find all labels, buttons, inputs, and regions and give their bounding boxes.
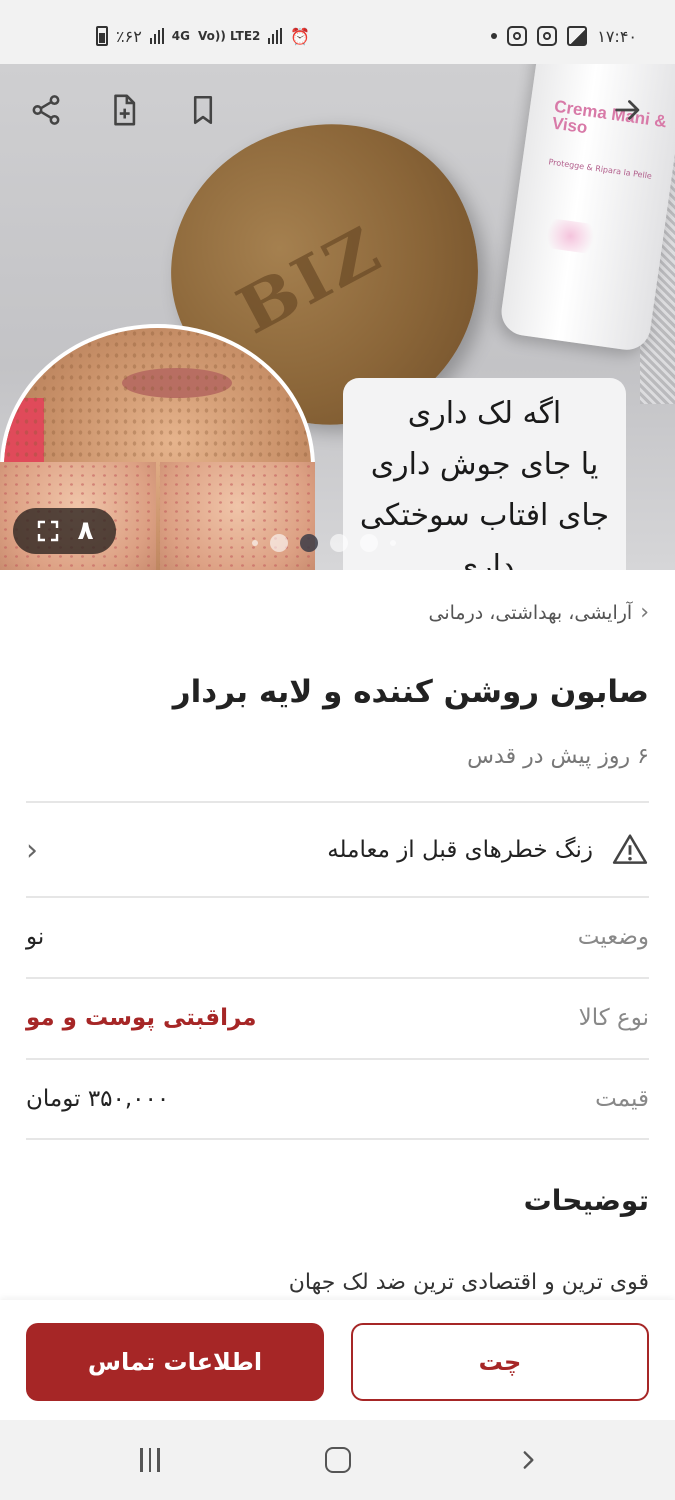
fullscreen-gallery-button[interactable]: ۸ xyxy=(13,508,116,554)
divider xyxy=(26,801,649,803)
field-value: ۳۵۰,۰۰۰ تومان xyxy=(26,1086,170,1112)
back-button[interactable] xyxy=(608,90,648,130)
recent-apps-icon xyxy=(148,1448,152,1472)
home-icon xyxy=(325,1447,351,1473)
action-bar: چت اطلاعات تماس xyxy=(0,1300,675,1420)
share-icon xyxy=(32,95,60,125)
alarm-icon: ⏰ xyxy=(290,26,311,46)
breadcrumb-label: آرایشی، بهداشتی، درمانی xyxy=(428,601,633,624)
carousel-dot xyxy=(390,540,396,546)
image-count: ۸ xyxy=(77,516,94,546)
instagram-icon xyxy=(537,26,558,46)
carousel-dot xyxy=(300,534,318,552)
instagram-icon xyxy=(507,26,528,46)
field-value: نو xyxy=(26,924,45,950)
warning-icon xyxy=(612,834,648,864)
share-button[interactable] xyxy=(26,90,66,130)
arrow-right-icon xyxy=(615,100,640,120)
signal-icon xyxy=(149,28,164,44)
recent-apps-icon xyxy=(157,1448,160,1472)
breadcrumb[interactable]: ‹ آرایشی، بهداشتی، درمانی xyxy=(429,600,649,625)
field-row-price: قیمت ۳۵۰,۰۰۰ تومان xyxy=(26,1059,649,1139)
system-nav-bar xyxy=(0,1420,675,1500)
product-image-gallery[interactable]: BIZ Crema Mani & Viso Protegge & Ripara … xyxy=(0,64,675,570)
listing-meta: ۶ روز پیش در قدس xyxy=(467,744,649,769)
gallery-icon xyxy=(567,26,588,46)
divider xyxy=(26,1138,649,1140)
carousel-dot xyxy=(252,540,258,546)
chevron-right-icon xyxy=(523,1451,534,1469)
fullscreen-icon xyxy=(37,520,58,542)
recent-apps-icon xyxy=(140,1448,143,1472)
signal-2-icon xyxy=(268,28,283,44)
promo-line: اگه لک داری xyxy=(407,396,562,431)
clock: ۱۷:۴۰ xyxy=(597,26,637,46)
home-button[interactable] xyxy=(318,1442,358,1478)
notification-dot-icon xyxy=(491,33,498,39)
field-row-status: وضعیت نو xyxy=(26,897,649,977)
add-note-button[interactable] xyxy=(104,90,144,130)
field-key: قیمت xyxy=(595,1086,649,1112)
description-text: قوی ترین و اقتصادی ترین ضد لک جهان xyxy=(288,1270,649,1295)
bookmark-button[interactable] xyxy=(183,90,223,130)
contact-info-button[interactable]: اطلاعات تماس xyxy=(26,1323,324,1401)
battery-level: ٪۶۲ xyxy=(116,26,142,46)
volte-label: Vo)) LTE2 xyxy=(197,28,261,43)
skin-photo xyxy=(159,462,315,570)
recent-apps-button[interactable] xyxy=(130,1442,170,1478)
add-note-icon xyxy=(114,94,136,126)
status-right: ۱۷:۴۰ xyxy=(491,26,637,46)
carousel-dot xyxy=(360,534,378,552)
chevron-left-icon: ‹ xyxy=(26,832,38,868)
carousel-dot xyxy=(270,534,288,552)
carousel-dot xyxy=(330,534,348,552)
description-heading: توضیحات xyxy=(523,1184,649,1217)
listing-title: صابون روشن کننده و لایه بردار xyxy=(172,674,649,710)
safety-warning-label: زنگ خطرهای قبل از معامله xyxy=(327,837,593,863)
status-left: ٪۶۲ 4G Vo)) LTE2 ⏰ xyxy=(96,26,310,46)
safety-warning-row[interactable]: زنگ خطرهای قبل از معامله ‹ xyxy=(26,804,649,896)
battery-icon xyxy=(96,26,108,46)
chat-button[interactable]: چت xyxy=(351,1323,649,1401)
field-row-type: نوع کالا مراقبتی پوست و مو xyxy=(26,978,649,1058)
status-bar: ٪۶۲ 4G Vo)) LTE2 ⏰ ۱۷:۴۰ xyxy=(0,0,675,64)
carousel-indicator xyxy=(252,534,396,552)
tube-subtitle: Protegge & Ripara la Pelle xyxy=(548,157,653,181)
field-key: نوع کالا xyxy=(578,1005,649,1031)
promo-line: یا جای جوش داری xyxy=(370,447,599,482)
back-nav-button[interactable] xyxy=(508,1442,548,1478)
bookmark-icon xyxy=(193,95,213,125)
field-value-link[interactable]: مراقبتی پوست و مو xyxy=(26,1005,257,1031)
network-4g-label: 4G xyxy=(171,28,190,43)
chevron-left-icon: ‹ xyxy=(640,600,649,625)
field-key: وضعیت xyxy=(577,924,649,950)
tube-graphic xyxy=(538,217,603,256)
